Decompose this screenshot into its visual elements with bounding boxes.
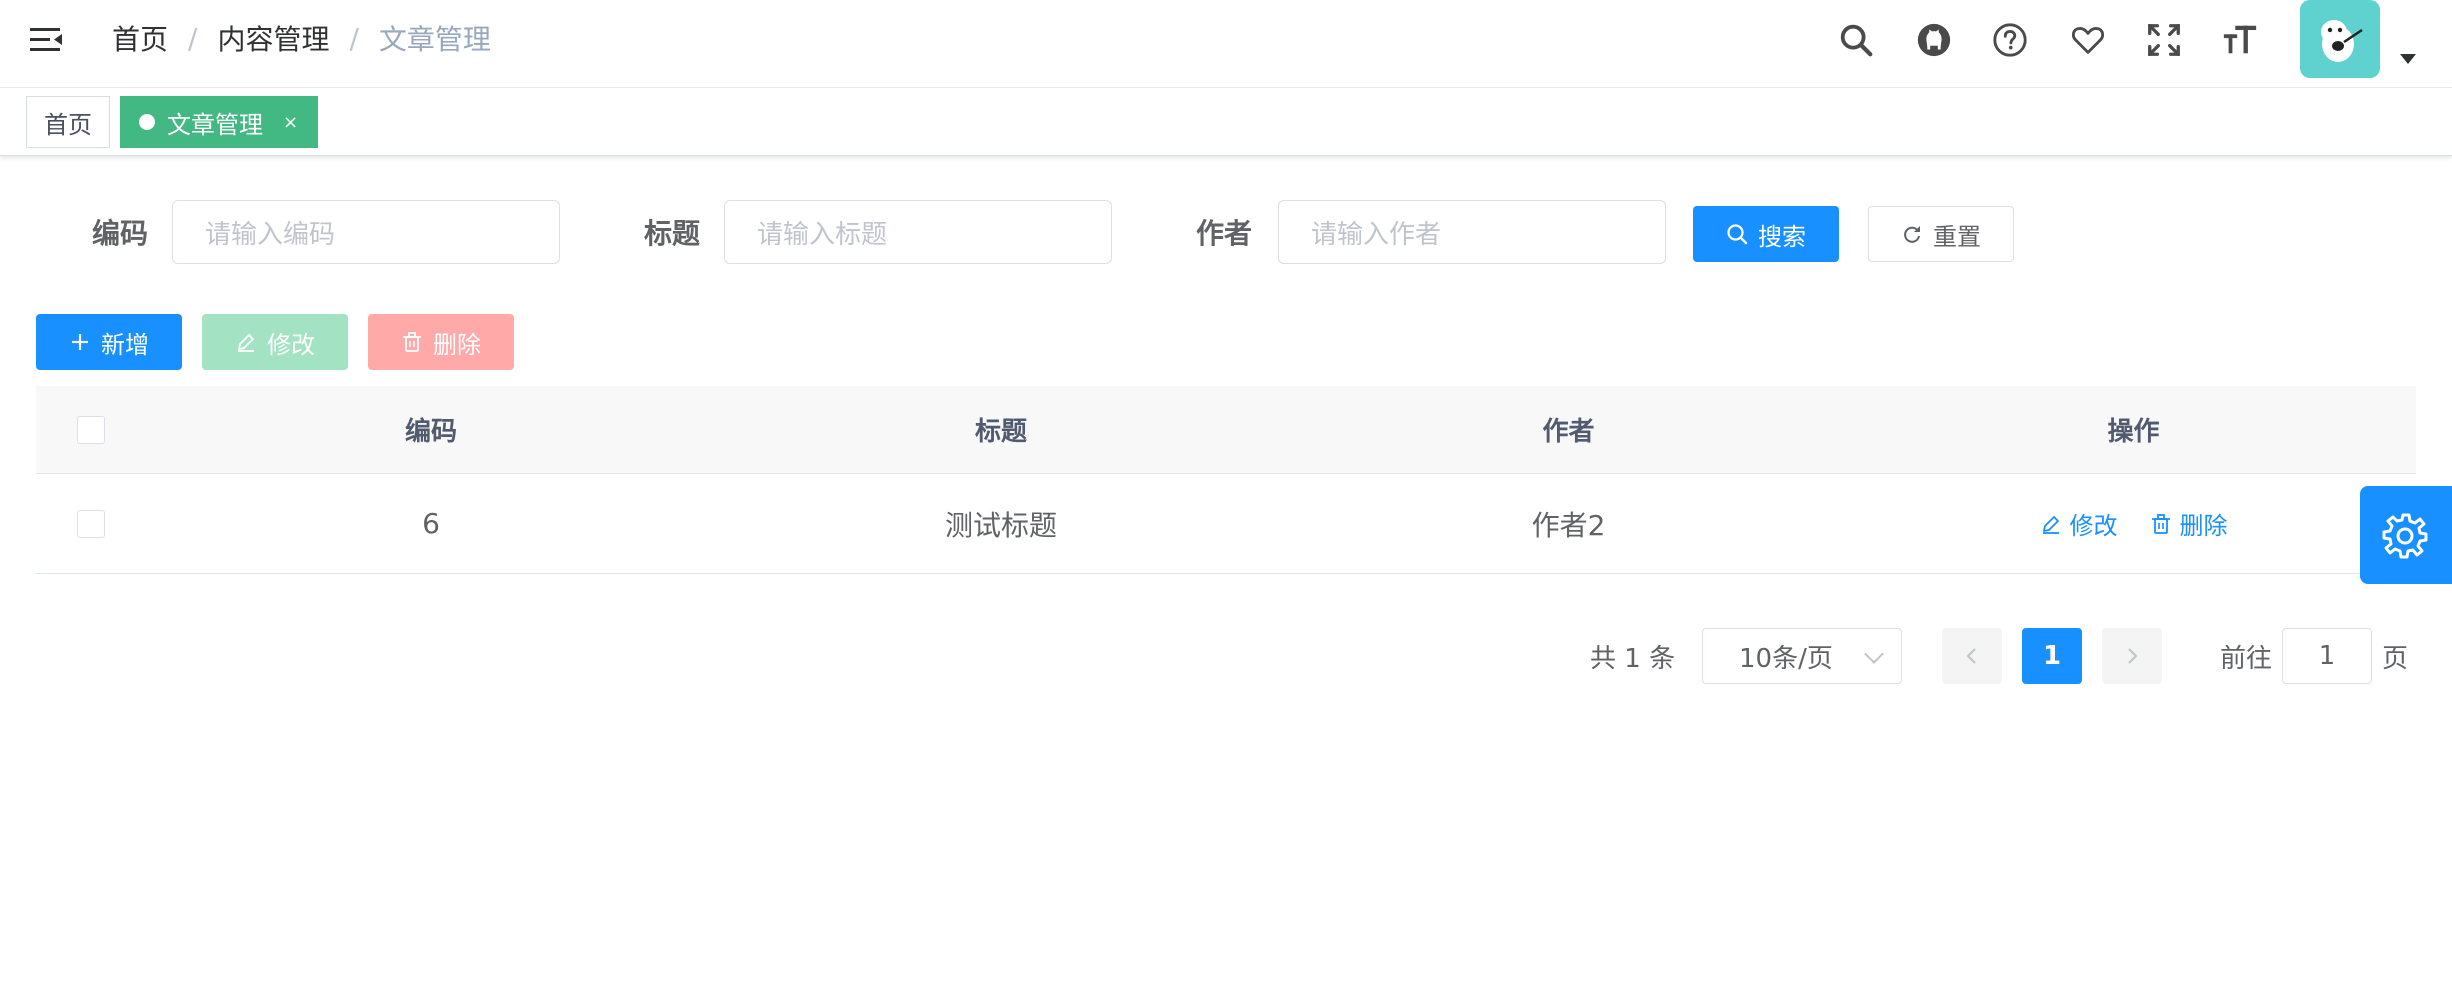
github-icon[interactable] [1914,20,1954,60]
tag-close-icon[interactable]: × [283,112,298,133]
page-number-button[interactable]: 1 [2022,628,2082,684]
row-checkbox[interactable] [77,509,105,538]
title-input[interactable]: 请输入标题 [724,200,1112,264]
row-edit-label: 修改 [2069,512,2118,540]
page-size-select[interactable]: 10条/页 [1702,628,1902,684]
goto-page-input[interactable]: 1 [2282,628,2372,684]
hamburger-icon[interactable] [28,22,64,58]
delete-button-label: 删除 [433,330,481,359]
plus-icon [72,334,88,350]
author-label: 作者 [1196,217,1253,250]
select-all-checkbox[interactable] [77,415,105,444]
cell-actions: 修改 删除 [1851,474,2416,573]
search-icon [1727,224,1748,245]
column-header-title: 标题 [974,417,1027,447]
tags-view: 首页 文章管理 × [0,88,2452,156]
row-edit-link[interactable]: 修改 [2040,506,2118,541]
breadcrumb-separator: / [188,21,198,55]
heart-icon[interactable] [2068,20,2108,60]
help-circle-icon[interactable] [1990,20,2030,60]
navbar: 首页 / 内容管理 / 文章管理 [0,0,2452,88]
refresh-icon [1904,226,1920,243]
page-unit-label: 页 [2382,644,2409,674]
chevron-left-icon [1966,648,1976,664]
tag-home[interactable]: 首页 [26,96,110,148]
header-select-cell [36,386,146,473]
column-header-actions: 操作 [2107,417,2160,447]
code-input[interactable]: 请输入编码 [172,200,560,264]
add-button-label: 新增 [101,330,149,359]
avatar[interactable] [2300,0,2380,78]
add-button[interactable]: 新增 [36,314,182,370]
cell-title: 测试标题 [944,508,1057,542]
search-icon[interactable] [1836,20,1876,60]
cell-code: 6 [422,507,440,540]
delete-button[interactable]: 删除 [368,314,514,370]
breadcrumb: 首页 / 内容管理 / 文章管理 [112,18,491,58]
breadcrumb-separator: / [349,21,359,55]
reset-button-label: 重置 [1933,222,1981,251]
next-page-button[interactable] [2102,628,2162,684]
trash-icon [403,332,421,352]
code-label: 编码 [92,217,149,250]
tag-article-management[interactable]: 文章管理 × [120,96,318,148]
cell-author: 作者2 [1531,508,1606,542]
active-dot-icon [139,114,155,130]
trash-icon [2151,513,2170,534]
table-header: 编码 标题 作者 操作 [36,386,2416,474]
code-input-placeholder: 请输入编码 [205,219,336,250]
author-input-placeholder: 请输入作者 [1311,219,1442,250]
goto-label: 前往 [2220,644,2273,674]
font-size-icon[interactable] [2220,20,2260,60]
page-size-value: 10条/页 [1739,643,1833,674]
title-input-placeholder: 请输入标题 [757,219,888,250]
title-label: 标题 [644,217,701,250]
row-delete-link[interactable]: 删除 [2150,506,2228,541]
tag-active-label: 文章管理 [167,110,263,139]
breadcrumb-item-home[interactable]: 首页 [112,18,168,58]
breadcrumb-item-content[interactable]: 内容管理 [217,18,329,58]
edit-button[interactable]: 修改 [202,314,348,370]
pagination-total: 共 1 条 [1590,644,1676,674]
row-delete-label: 删除 [2179,512,2228,540]
fullscreen-icon[interactable] [2144,20,2184,60]
breadcrumb-item-current: 文章管理 [378,23,491,56]
prev-page-button[interactable] [1942,628,2002,684]
author-input[interactable]: 请输入作者 [1278,200,1666,264]
settings-button[interactable] [2360,486,2452,584]
row-select-cell [36,474,146,573]
edit-icon [2042,515,2059,534]
chevron-down-icon [1864,644,1884,664]
tag-home-label: 首页 [44,110,92,139]
search-button-label: 搜索 [1758,222,1806,251]
edit-button-label: 修改 [267,330,315,359]
reset-button[interactable]: 重置 [1868,206,2014,262]
column-header-author: 作者 [1542,417,1595,447]
edit-icon [238,334,254,352]
chevron-down-icon[interactable] [2400,54,2416,64]
table-row[interactable]: 6 测试标题 作者2 修改 删除 [36,474,2416,574]
column-header-code: 编码 [404,417,457,447]
chevron-right-icon [2128,648,2138,664]
search-button[interactable]: 搜索 [1693,206,1839,262]
gear-icon [2382,513,2428,559]
